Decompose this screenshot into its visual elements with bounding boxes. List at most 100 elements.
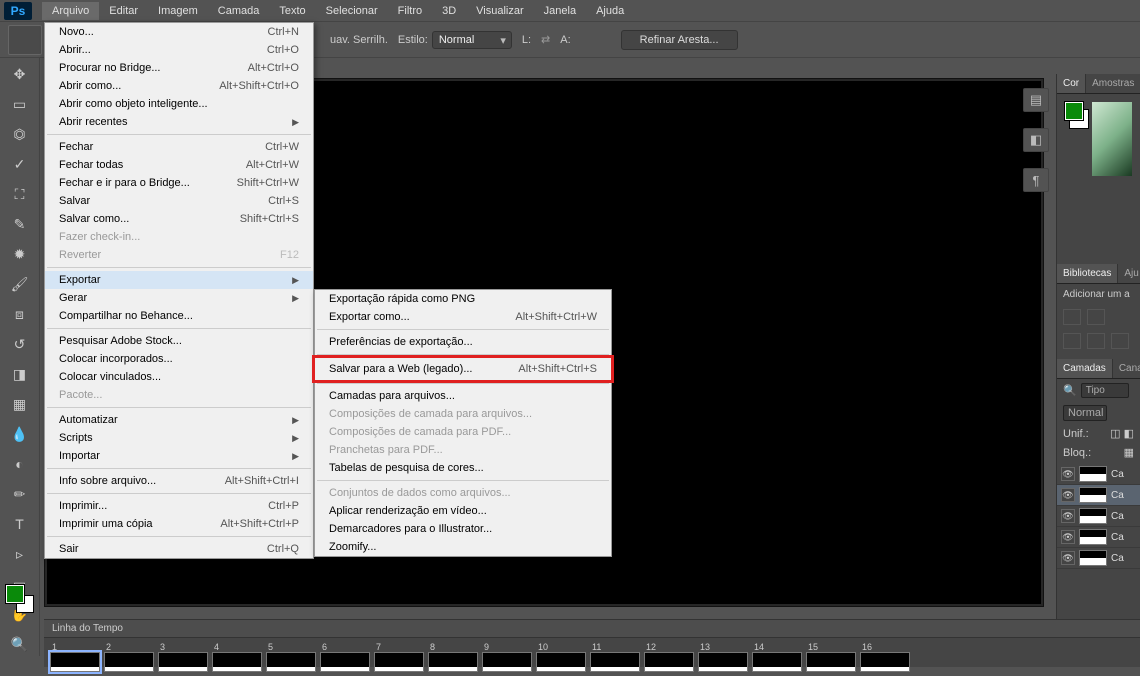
adjust-icon-2[interactable] [1087, 309, 1105, 325]
frame-thumb[interactable] [644, 652, 694, 672]
menu-imagem[interactable]: Imagem [148, 2, 208, 20]
eye-icon[interactable]: 👁 [1061, 530, 1075, 544]
menu-item-fechar-e-ir-para-o-bridge-[interactable]: Fechar e ir para o Bridge...Shift+Ctrl+W [45, 174, 313, 192]
color-picker-gradient[interactable] [1092, 102, 1132, 176]
layer-row[interactable]: 👁Ca [1057, 506, 1140, 527]
frame-thumb[interactable] [266, 652, 316, 672]
menu-item-gerar[interactable]: Gerar▶ [45, 289, 313, 307]
adjust-icon-3[interactable] [1063, 333, 1081, 349]
style-dropdown[interactable]: Normal [432, 31, 512, 49]
fg-bg-swatch-toolbar[interactable] [6, 585, 34, 613]
submenu-item-salvar-para-a-web-legado-[interactable]: Salvar para a Web (legado)...Alt+Shift+C… [315, 360, 611, 378]
menu-item-automatizar[interactable]: Automatizar▶ [45, 411, 313, 429]
eraser-tool[interactable]: ◨ [8, 362, 32, 386]
layer-row[interactable]: 👁Ca [1057, 527, 1140, 548]
menu-item-fechar[interactable]: FecharCtrl+W [45, 138, 313, 156]
menu-visualizar[interactable]: Visualizar [466, 2, 534, 20]
menu-arquivo[interactable]: Arquivo [42, 2, 99, 20]
menu-camada[interactable]: Camada [208, 2, 270, 20]
type-tool[interactable]: T [8, 512, 32, 536]
history-panel-icon[interactable]: ▤ [1023, 88, 1049, 112]
menu-janela[interactable]: Janela [534, 2, 586, 20]
frame-thumb[interactable] [806, 652, 856, 672]
layer-filter-type[interactable]: Tipo [1081, 383, 1129, 398]
fg-bg-color[interactable] [1065, 102, 1088, 128]
frame-thumb[interactable] [212, 652, 262, 672]
menu-editar[interactable]: Editar [99, 2, 148, 20]
unif-icons[interactable]: ◫ ◧ [1110, 427, 1134, 440]
submenu-item-exporta-o-r-pida-como-png[interactable]: Exportação rápida como PNG [315, 290, 611, 308]
menu-item-novo-[interactable]: Novo...Ctrl+N [45, 23, 313, 41]
adjust-icon-5[interactable] [1111, 333, 1129, 349]
eye-icon[interactable]: 👁 [1061, 551, 1075, 565]
brush-tool[interactable]: 🖌 [8, 272, 32, 296]
menu-item-fechar-todas[interactable]: Fechar todasAlt+Ctrl+W [45, 156, 313, 174]
libraries-tab[interactable]: Bibliotecas [1057, 264, 1118, 283]
blur-tool[interactable]: 💧 [8, 422, 32, 446]
submenu-item-zoomify-[interactable]: Zoomify... [315, 538, 611, 556]
menu-item-imprimir-uma-c-pia[interactable]: Imprimir uma cópiaAlt+Shift+Ctrl+P [45, 515, 313, 533]
gradient-tool[interactable]: ▦ [8, 392, 32, 416]
frame-thumb[interactable] [536, 652, 586, 672]
menu-3d[interactable]: 3D [432, 2, 466, 20]
layer-row[interactable]: 👁Ca [1057, 464, 1140, 485]
menu-item-exportar[interactable]: Exportar▶ [45, 271, 313, 289]
zoom-tool[interactable]: 🔍 [8, 632, 32, 656]
menu-item-info-sobre-arquivo-[interactable]: Info sobre arquivo...Alt+Shift+Ctrl+I [45, 472, 313, 490]
menu-texto[interactable]: Texto [269, 2, 315, 20]
pen-tool[interactable]: ✏ [8, 482, 32, 506]
submenu-item-prefer-ncias-de-exporta-o-[interactable]: Preferências de exportação... [315, 333, 611, 351]
path-select-tool[interactable]: ▹ [8, 542, 32, 566]
frame-thumb[interactable] [50, 652, 100, 672]
crop-tool[interactable]: ⛶ [8, 182, 32, 206]
adjust-icon-1[interactable] [1063, 309, 1081, 325]
lasso-tool[interactable]: ⏣ [8, 122, 32, 146]
frame-thumb[interactable] [104, 652, 154, 672]
menu-item-colocar-incorporados-[interactable]: Colocar incorporados... [45, 350, 313, 368]
frame-thumb[interactable] [320, 652, 370, 672]
channels-tab[interactable]: Cana [1113, 359, 1140, 378]
frame-thumb[interactable] [482, 652, 532, 672]
layers-tab[interactable]: Camadas [1057, 359, 1113, 378]
menu-item-salvar[interactable]: SalvarCtrl+S [45, 192, 313, 210]
frame-thumb[interactable] [158, 652, 208, 672]
swatches-tab[interactable]: Amostras [1086, 74, 1140, 93]
refine-edge-button[interactable]: Refinar Aresta... [621, 30, 738, 50]
blend-mode-select[interactable]: Normal [1063, 405, 1107, 421]
marquee-tool[interactable]: ▭ [8, 92, 32, 116]
properties-panel-icon[interactable]: ◧ [1023, 128, 1049, 152]
frame-thumb[interactable] [698, 652, 748, 672]
menu-item-abrir-como-objeto-inteligente-[interactable]: Abrir como objeto inteligente... [45, 95, 313, 113]
menu-filtro[interactable]: Filtro [388, 2, 432, 20]
submenu-item-exportar-como-[interactable]: Exportar como...Alt+Shift+Ctrl+W [315, 308, 611, 326]
eyedropper-tool[interactable]: ✎ [8, 212, 32, 236]
menu-item-colocar-vinculados-[interactable]: Colocar vinculados... [45, 368, 313, 386]
menu-item-abrir-como-[interactable]: Abrir como...Alt+Shift+Ctrl+O [45, 77, 313, 95]
menu-item-imprimir-[interactable]: Imprimir...Ctrl+P [45, 497, 313, 515]
eye-icon[interactable]: 👁 [1061, 509, 1075, 523]
healing-tool[interactable]: ✹ [8, 242, 32, 266]
menu-ajuda[interactable]: Ajuda [586, 2, 634, 20]
dodge-tool[interactable]: ◐ [8, 452, 32, 476]
move-tool[interactable]: ✥ [8, 62, 32, 86]
frame-thumb[interactable] [428, 652, 478, 672]
quick-select-tool[interactable]: ✓ [8, 152, 32, 176]
adjust-icon-4[interactable] [1087, 333, 1105, 349]
menu-item-scripts[interactable]: Scripts▶ [45, 429, 313, 447]
menu-item-pesquisar-adobe-stock-[interactable]: Pesquisar Adobe Stock... [45, 332, 313, 350]
submenu-item-camadas-para-arquivos-[interactable]: Camadas para arquivos... [315, 387, 611, 405]
menu-selecionar[interactable]: Selecionar [316, 2, 388, 20]
frame-thumb[interactable] [752, 652, 802, 672]
submenu-item-aplicar-renderiza-o-em-v-deo-[interactable]: Aplicar renderização em vídeo... [315, 502, 611, 520]
eye-icon[interactable]: 👁 [1061, 467, 1075, 481]
submenu-item-tabelas-de-pesquisa-de-cores-[interactable]: Tabelas de pesquisa de cores... [315, 459, 611, 477]
menu-item-procurar-no-bridge-[interactable]: Procurar no Bridge...Alt+Ctrl+O [45, 59, 313, 77]
menu-item-abrir-recentes[interactable]: Abrir recentes▶ [45, 113, 313, 131]
stamp-tool[interactable]: ⧈ [8, 302, 32, 326]
menu-item-compartilhar-no-behance-[interactable]: Compartilhar no Behance... [45, 307, 313, 325]
swap-icon[interactable]: ⇄ [541, 33, 550, 46]
frame-thumb[interactable] [860, 652, 910, 672]
characters-panel-icon[interactable]: ¶ [1023, 168, 1049, 192]
menu-item-salvar-como-[interactable]: Salvar como...Shift+Ctrl+S [45, 210, 313, 228]
layer-row[interactable]: 👁Ca [1057, 548, 1140, 569]
